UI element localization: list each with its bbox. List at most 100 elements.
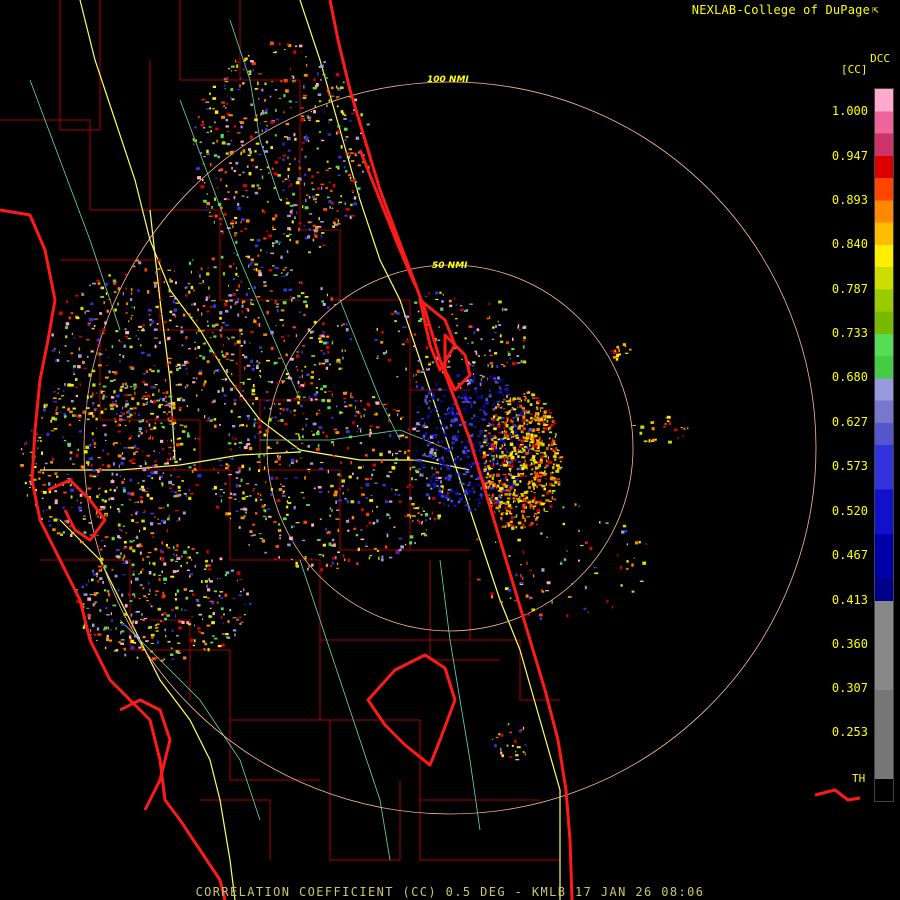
echo-gate: [424, 513, 429, 517]
echo-gate: [144, 398, 148, 400]
echo-gate: [273, 52, 276, 54]
echo-gate: [209, 107, 212, 110]
echo-gate: [241, 464, 245, 469]
echo-gate: [539, 617, 543, 620]
echo-gate: [395, 452, 399, 455]
echo-gate: [238, 441, 243, 444]
echo-gate: [464, 337, 467, 340]
echo-gate: [223, 377, 225, 380]
echo-gate: [488, 470, 491, 473]
echo-gate: [509, 432, 511, 435]
echo-gate: [181, 480, 184, 482]
echo-gate: [534, 444, 538, 448]
echo-gate: [139, 496, 143, 499]
echo-gate: [530, 413, 533, 415]
echo-gate: [254, 118, 258, 122]
echo-gate: [484, 413, 488, 416]
echo-gate: [532, 455, 536, 459]
echo-gate: [668, 421, 672, 425]
echo-gate: [256, 323, 260, 326]
echo-gate: [111, 345, 114, 349]
echo-gate: [476, 416, 479, 418]
echo-gate: [346, 519, 350, 523]
echo-gate: [494, 497, 498, 500]
legend-tick: 0.573: [831, 459, 868, 473]
echo-gate: [222, 344, 225, 347]
echo-gate: [142, 587, 145, 590]
echo-gate: [535, 406, 538, 408]
echo-gate: [539, 503, 541, 506]
echo-gate: [190, 270, 192, 274]
echo-gate: [163, 612, 167, 615]
echo-gate: [193, 143, 195, 145]
echo-gate: [224, 378, 228, 381]
echo-gate: [188, 313, 191, 316]
echo-gate: [110, 497, 115, 500]
echo-gate: [206, 584, 208, 588]
echo-gate: [280, 198, 282, 201]
echo-gate: [176, 544, 179, 548]
echo-gate: [119, 528, 121, 531]
echo-gate: [97, 633, 102, 636]
echo-gate: [211, 635, 215, 637]
echo-gate: [101, 568, 103, 572]
echo-gate: [174, 270, 176, 272]
echo-gate: [305, 423, 307, 427]
echo-gate: [393, 526, 396, 529]
echo-gate: [128, 499, 132, 501]
echo-gate: [466, 401, 470, 403]
echo-gate: [302, 142, 305, 144]
echo-gate: [417, 519, 419, 522]
echo-gate: [87, 412, 90, 416]
echo-gate: [378, 556, 380, 560]
echo-gate: [352, 472, 354, 475]
echo-gate: [102, 397, 105, 400]
echo-gate: [333, 428, 338, 431]
echo-gate: [555, 470, 560, 473]
echo-gate: [194, 347, 197, 350]
echo-gate: [215, 323, 219, 326]
echo-gate: [154, 384, 158, 386]
echo-gate: [435, 479, 439, 482]
echo-gate: [123, 541, 127, 544]
echo-gate: [463, 466, 467, 468]
echo-gate: [239, 329, 243, 332]
echo-gate: [543, 424, 548, 426]
echo-gate: [544, 427, 548, 431]
echo-gate: [492, 415, 496, 419]
echo-gate: [123, 478, 125, 481]
echo-gate: [207, 647, 210, 652]
echo-gate: [191, 558, 193, 561]
echo-gate: [539, 418, 544, 421]
echo-gate: [341, 324, 343, 327]
echo-gate: [202, 618, 204, 621]
echo-gate: [76, 499, 78, 502]
echo-gate: [205, 298, 208, 301]
echo-gate: [151, 477, 154, 480]
echo-gate: [214, 214, 218, 218]
echo-gate: [273, 521, 277, 523]
echo-gate: [520, 564, 522, 566]
echo-gate: [450, 419, 455, 422]
echo-gate: [97, 282, 101, 285]
echo-gate: [129, 540, 133, 543]
echo-gate: [260, 113, 262, 116]
echo-gate: [140, 485, 145, 489]
echo-gate: [198, 115, 200, 118]
echo-gate: [289, 238, 291, 242]
echo-gate: [469, 465, 471, 469]
echo-gate: [315, 201, 317, 203]
echo-gate: [149, 588, 151, 592]
echo-gate: [419, 420, 421, 423]
echo-gate: [233, 170, 237, 173]
echo-gate: [486, 317, 490, 320]
echo-gate: [326, 196, 330, 199]
echo-gate: [334, 490, 338, 494]
echo-gate: [566, 614, 569, 617]
echo-gate: [229, 151, 234, 155]
echo-gate: [554, 436, 556, 438]
echo-gate: [230, 88, 234, 91]
echo-gate: [368, 434, 371, 437]
echo-gate: [191, 616, 193, 618]
echo-gate: [517, 455, 520, 458]
